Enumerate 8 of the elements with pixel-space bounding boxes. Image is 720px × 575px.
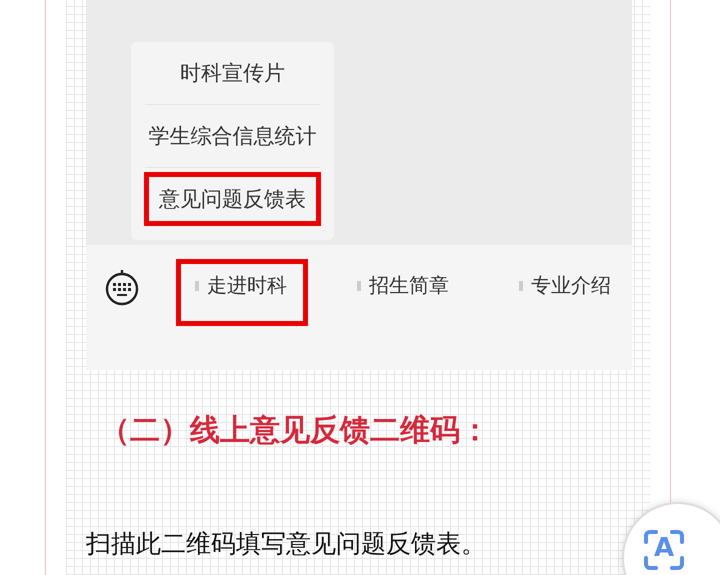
- section-heading: （二）线上意见反馈二维码：: [100, 412, 491, 450]
- menu-item[interactable]: 时科宣传片: [165, 46, 300, 100]
- menu-item[interactable]: 学生综合信息统计: [134, 109, 332, 163]
- paragraph: 扫描此二维码填写意见问题反馈表。: [86, 528, 487, 560]
- menu-tab[interactable]: 走进时科: [176, 259, 308, 326]
- menu-item[interactable]: 意见问题反馈表: [144, 172, 321, 226]
- menu-tab[interactable]: 招生简章: [338, 259, 470, 326]
- menu-tab[interactable]: 专业介绍: [500, 259, 632, 326]
